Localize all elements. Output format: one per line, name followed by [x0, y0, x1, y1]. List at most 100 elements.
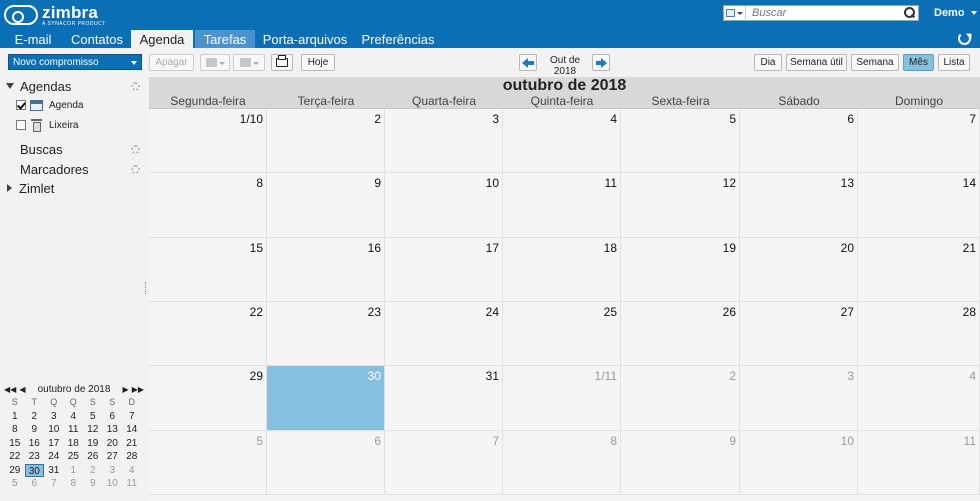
mini-calendar-day[interactable]: 25	[64, 450, 84, 464]
calendar-day-cell[interactable]: 7	[385, 431, 503, 495]
calendar-day-cell[interactable]: 12	[621, 173, 740, 238]
mini-calendar-day[interactable]: 5	[83, 410, 103, 424]
tab-briefcase[interactable]: Porta-arquivos	[258, 30, 352, 48]
gear-icon[interactable]	[131, 164, 140, 174]
mini-calendar-day[interactable]: 10	[44, 423, 64, 437]
user-menu[interactable]: Demo	[934, 7, 977, 19]
tab-calendar[interactable]: Agenda	[131, 30, 193, 48]
mini-calendar-day[interactable]: 9	[83, 477, 103, 491]
mini-calendar-day[interactable]: 11	[64, 423, 84, 437]
mini-calendar-day[interactable]: 7	[44, 477, 64, 491]
calendar-day-cell[interactable]: 2	[267, 109, 385, 173]
calendar-day-cell[interactable]: 24	[385, 302, 503, 366]
print-options-button[interactable]	[200, 54, 230, 71]
delete-button[interactable]: Apagar	[149, 54, 194, 71]
print-button[interactable]	[271, 54, 293, 71]
tag-button[interactable]	[233, 54, 265, 71]
mini-calendar-day[interactable]: 21	[122, 437, 142, 451]
mini-calendar-day[interactable]: 14	[122, 423, 142, 437]
tab-preferences[interactable]: Preferências	[356, 30, 440, 48]
mini-calendar-day[interactable]: 4	[122, 464, 142, 478]
new-appointment-button[interactable]: Novo compromisso	[8, 54, 142, 70]
calendar-day-cell[interactable]: 11	[858, 431, 980, 495]
calendar-day-cell[interactable]: 10	[740, 431, 858, 495]
calendar-day-cell[interactable]: 9	[267, 173, 385, 238]
calendar-day-cell[interactable]: 20	[740, 238, 858, 302]
mini-calendar-day[interactable]: 7	[122, 410, 142, 424]
tab-email[interactable]: E-mail	[8, 30, 58, 48]
calendar-day-cell[interactable]: 6	[740, 109, 858, 173]
mini-calendar-day[interactable]: 22	[5, 450, 25, 464]
calendar-item-agenda[interactable]: Agenda	[0, 96, 146, 114]
search-input[interactable]	[746, 7, 902, 19]
calendar-day-cell[interactable]: 2	[621, 366, 740, 431]
collapse-icon[interactable]	[6, 83, 14, 89]
mini-calendar-day[interactable]: 18	[64, 437, 84, 451]
search-icon[interactable]	[902, 6, 916, 20]
mini-calendar-day[interactable]: 17	[44, 437, 64, 451]
mini-calendar-day[interactable]: 1	[64, 464, 84, 478]
mini-calendar-day[interactable]: 6	[25, 477, 45, 491]
mini-calendar-day[interactable]: 10	[103, 477, 123, 491]
mini-calendar-day[interactable]: 3	[103, 464, 123, 478]
calendar-day-cell[interactable]: 16	[267, 238, 385, 302]
calendar-checkbox[interactable]	[16, 120, 26, 130]
calendar-day-cell[interactable]: 6	[267, 431, 385, 495]
mini-calendar-day[interactable]: 11	[122, 477, 142, 491]
next-month-button[interactable]	[592, 54, 610, 71]
mini-calendar-day[interactable]: 24	[44, 450, 64, 464]
calendar-checkbox[interactable]	[16, 100, 26, 110]
mini-calendar-day[interactable]: 2	[25, 410, 45, 424]
tab-contacts[interactable]: Contatos	[64, 30, 130, 48]
mini-calendar-day[interactable]: 16	[25, 437, 45, 451]
searches-header[interactable]: Buscas	[0, 140, 146, 158]
mini-calendar-day[interactable]: 15	[5, 437, 25, 451]
calendar-day-cell[interactable]: 3	[740, 366, 858, 431]
calendar-day-cell[interactable]: 14	[858, 173, 980, 238]
calendar-day-cell[interactable]: 27	[740, 302, 858, 366]
calendar-day-cell[interactable]: 8	[503, 431, 621, 495]
mini-calendar-day[interactable]: 23	[25, 450, 45, 464]
mini-calendar-day[interactable]: 31	[44, 464, 64, 478]
calendar-day-cell[interactable]: 21	[858, 238, 980, 302]
mini-calendar-day[interactable]: 28	[122, 450, 142, 464]
chevron-down-icon[interactable]	[131, 61, 137, 65]
prev-month-icon[interactable]: ◀	[19, 385, 25, 394]
mini-calendar-day[interactable]: 8	[64, 477, 84, 491]
calendar-day-cell[interactable]: 7	[858, 109, 980, 173]
calendar-day-cell[interactable]: 15	[149, 238, 267, 302]
calendar-day-cell[interactable]: 31	[385, 366, 503, 431]
mini-calendar-day[interactable]: 8	[5, 423, 25, 437]
calendar-day-cell[interactable]: 29	[149, 366, 267, 431]
calendar-day-cell[interactable]: 18	[503, 238, 621, 302]
calendar-day-cell[interactable]: 19	[621, 238, 740, 302]
mini-calendar-day[interactable]: 4	[64, 410, 84, 424]
calendar-day-cell[interactable]: 26	[621, 302, 740, 366]
calendar-day-cell[interactable]: 1/10	[149, 109, 267, 173]
mini-calendar-day[interactable]: 6	[103, 410, 123, 424]
zimbra-logo[interactable]: zimbra A SYNACOR PRODUCT	[4, 4, 106, 26]
calendar-day-cell[interactable]: 1/11	[503, 366, 621, 431]
calendar-day-cell[interactable]: 17	[385, 238, 503, 302]
mini-calendar-day[interactable]: 30	[24, 463, 44, 477]
calendar-day-cell[interactable]: 5	[621, 109, 740, 173]
calendar-day-cell[interactable]: 3	[385, 109, 503, 173]
calendar-day-cell[interactable]: 30	[267, 366, 385, 431]
calendar-item-trash[interactable]: Lixeira	[0, 116, 146, 134]
mini-calendar-day[interactable]: 26	[83, 450, 103, 464]
mini-calendar-day[interactable]: 1	[5, 410, 25, 424]
search-type-dropdown[interactable]	[724, 6, 746, 20]
view-day-button[interactable]: Dia	[754, 54, 782, 71]
next-month-icon[interactable]: ▶	[123, 385, 129, 394]
mini-calendar-day[interactable]: 13	[103, 423, 123, 437]
calendar-day-cell[interactable]: 11	[503, 173, 621, 238]
next-year-icon[interactable]: ▶▶	[132, 385, 144, 394]
view-work-week-button[interactable]: Semana útil	[786, 54, 847, 71]
calendars-header[interactable]: Agendas	[0, 77, 146, 95]
refresh-icon[interactable]	[958, 32, 971, 45]
sidebar-splitter[interactable]	[145, 282, 147, 294]
calendar-day-cell[interactable]: 10	[385, 173, 503, 238]
mini-calendar-day[interactable]: 3	[44, 410, 64, 424]
calendar-day-cell[interactable]: 22	[149, 302, 267, 366]
tab-tasks[interactable]: Tarefas	[195, 30, 255, 48]
